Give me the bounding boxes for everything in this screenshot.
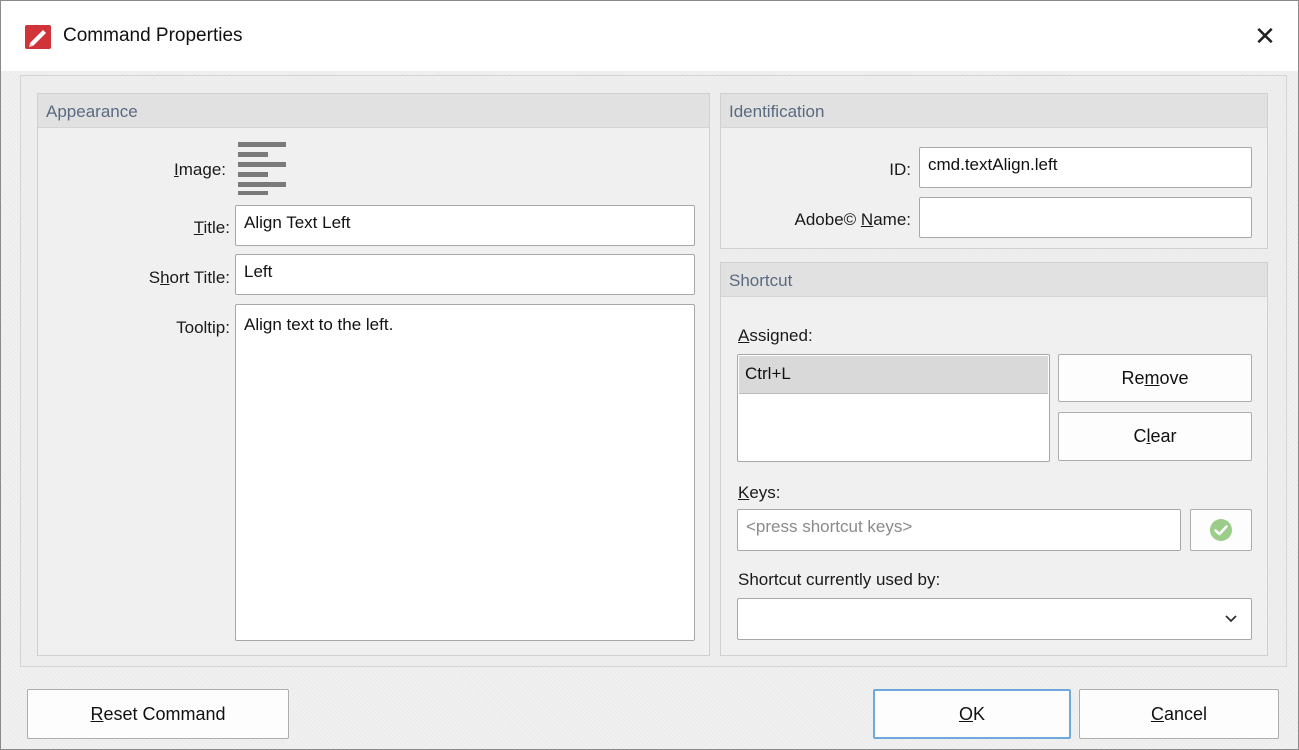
command-properties-dialog: Command Properties ✕ Appearance Image: T… — [0, 0, 1299, 750]
title-bar: Command Properties ✕ — [1, 1, 1298, 71]
short-title-field[interactable]: Left — [235, 254, 695, 295]
app-logo-icon — [25, 25, 51, 49]
chevron-down-icon — [1225, 615, 1237, 623]
list-item[interactable]: Ctrl+L — [739, 356, 1048, 394]
appearance-header: Appearance — [38, 94, 709, 128]
align-left-icon — [238, 142, 286, 195]
reset-command-button[interactable]: Reset Command — [27, 689, 289, 739]
shortcut-header: Shortcut — [721, 263, 1267, 297]
short-title-label: Short Title: — [148, 268, 230, 287]
window-title: Command Properties — [63, 25, 243, 46]
cancel-button[interactable]: Cancel — [1079, 689, 1279, 739]
clear-button[interactable]: Cl ear — [1058, 412, 1252, 461]
title-label: Title: — [193, 218, 230, 237]
assigned-label: Assigned: — [738, 326, 813, 345]
assigned-shortcuts-list[interactable]: Ctrl+L — [737, 354, 1050, 462]
remove-button[interactable]: Re m ove — [1058, 354, 1252, 402]
assign-shortcut-button[interactable] — [1190, 509, 1252, 551]
keys-label: Keys: — [738, 483, 781, 502]
adobe-name-label: Adobe© Name: — [794, 210, 911, 229]
id-label: ID: — [889, 160, 911, 179]
close-icon: ✕ — [1254, 20, 1276, 51]
tooltip-label: Tooltip: — [176, 318, 230, 337]
shortcut-keys-input[interactable]: <press shortcut keys> — [737, 509, 1181, 551]
identification-group: Identification ID: cmd.textAlign.left Ad… — [720, 93, 1268, 249]
used-by-dropdown[interactable] — [737, 598, 1252, 640]
tooltip-textarea[interactable]: Align text to the left. — [235, 304, 695, 641]
adobe-name-field[interactable] — [919, 197, 1252, 238]
used-by-label: Shortcut currently used by: — [738, 570, 941, 589]
close-button[interactable]: ✕ — [1246, 17, 1284, 55]
id-field[interactable]: cmd.textAlign.left — [919, 147, 1252, 188]
appearance-group: Appearance Image: Title: Align Text Left… — [37, 93, 710, 656]
ok-button[interactable]: OK — [873, 689, 1071, 739]
identification-header: Identification — [721, 94, 1267, 128]
dialog-body: Appearance Image: Title: Align Text Left… — [1, 71, 1298, 749]
image-label: Image: — [174, 160, 226, 179]
check-circle-icon — [1210, 519, 1232, 541]
title-field[interactable]: Align Text Left — [235, 205, 695, 246]
shortcut-group: Shortcut Assigned: Ctrl+L Re m ove Cl ear K… — [720, 262, 1268, 656]
